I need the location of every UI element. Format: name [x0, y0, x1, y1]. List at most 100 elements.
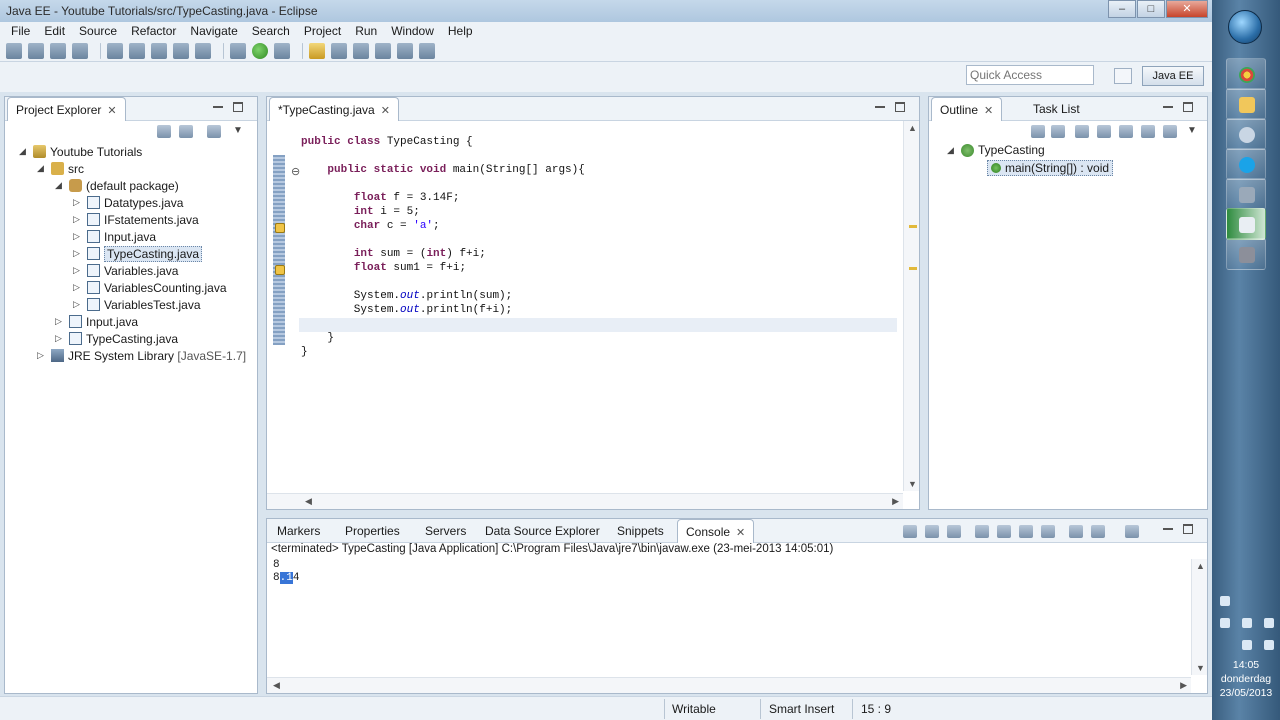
- new-server-icon[interactable]: [107, 42, 123, 59]
- hide-fields-icon[interactable]: [1075, 125, 1089, 138]
- taskbar-explorer[interactable]: [1226, 88, 1266, 120]
- taskbar-settings[interactable]: [1226, 118, 1266, 150]
- taskbar-eclipse[interactable]: [1226, 238, 1266, 270]
- tab-servers[interactable]: Servers: [417, 519, 474, 543]
- new-web-project-icon[interactable]: [129, 42, 145, 59]
- tab-project-explorer[interactable]: Project Explorer ✕: [7, 97, 126, 121]
- show-on-error-icon[interactable]: [1041, 525, 1055, 538]
- view-filter-icon[interactable]: [207, 125, 221, 138]
- collapsed-icon[interactable]: ▷: [37, 350, 47, 361]
- save-all-icon[interactable]: [50, 42, 66, 59]
- collapse-all-icon[interactable]: [157, 125, 171, 138]
- sort-icon[interactable]: [1051, 125, 1065, 138]
- taskbar-skype[interactable]: [1226, 148, 1266, 180]
- minimize-view-icon[interactable]: [1163, 524, 1173, 530]
- close-tab-icon[interactable]: ✕: [736, 526, 745, 539]
- scroll-left-icon[interactable]: ◀: [273, 680, 280, 691]
- tree-item-file[interactable]: ▷ Input.java: [73, 228, 156, 245]
- close-tab-icon[interactable]: ✕: [984, 104, 993, 117]
- minimize-button[interactable]: –: [1108, 0, 1136, 18]
- perspective-javaee-button[interactable]: Java EE: [1142, 66, 1204, 86]
- remove-all-icon[interactable]: [947, 525, 961, 538]
- new-package-icon[interactable]: [173, 42, 189, 59]
- tab-task-list[interactable]: Task List: [1025, 97, 1088, 121]
- taskbar-app[interactable]: [1226, 178, 1266, 210]
- menu-window[interactable]: Window: [384, 22, 441, 40]
- tree-item-default-package[interactable]: ◢ (default package): [55, 177, 179, 194]
- collapsed-icon[interactable]: ▷: [73, 282, 83, 293]
- menu-help[interactable]: Help: [441, 22, 480, 40]
- tray-arrow-icon[interactable]: [1220, 596, 1230, 606]
- maximize-view-icon[interactable]: [1183, 102, 1193, 112]
- menu-refactor[interactable]: Refactor: [124, 22, 183, 40]
- annotation-next-icon[interactable]: [353, 42, 369, 59]
- tray-app-icon[interactable]: [1264, 640, 1274, 650]
- outline-class[interactable]: ◢ TypeCasting: [947, 143, 1045, 157]
- new-class-icon[interactable]: [151, 42, 167, 59]
- tree-item-file[interactable]: ▷ IFstatements.java: [73, 211, 199, 228]
- editor-horizontal-scrollbar[interactable]: ◀ ▶: [267, 493, 903, 509]
- new-icon[interactable]: [6, 42, 22, 59]
- print-icon[interactable]: [72, 42, 88, 59]
- remove-launch-icon[interactable]: [925, 525, 939, 538]
- collapsed-icon[interactable]: ▷: [73, 214, 83, 225]
- scroll-right-icon[interactable]: ▶: [1180, 680, 1187, 691]
- run-icon[interactable]: [252, 42, 268, 59]
- scroll-up-icon[interactable]: ▲: [908, 123, 917, 133]
- tab-outline[interactable]: Outline ✕: [931, 97, 1003, 121]
- tab-snippets[interactable]: Snippets: [609, 519, 672, 543]
- maximize-button[interactable]: □: [1137, 0, 1165, 18]
- link-with-editor-icon[interactable]: [179, 125, 193, 138]
- collapsed-icon[interactable]: ▷: [55, 316, 65, 327]
- forward-icon[interactable]: [419, 42, 435, 59]
- minimize-view-icon[interactable]: [213, 102, 223, 108]
- tab-data-source-explorer[interactable]: Data Source Explorer: [477, 519, 608, 543]
- tray-flag-icon[interactable]: [1242, 618, 1252, 628]
- scroll-right-icon[interactable]: ▶: [892, 496, 899, 507]
- menu-run[interactable]: Run: [348, 22, 384, 40]
- collapsed-icon[interactable]: ▷: [73, 197, 83, 208]
- fold-icon[interactable]: ⊖: [291, 165, 300, 178]
- toggle-mark-icon[interactable]: [331, 42, 347, 59]
- expanded-icon[interactable]: ◢: [19, 146, 29, 157]
- tab-console[interactable]: Console ✕: [677, 519, 755, 543]
- debug-icon[interactable]: [230, 42, 246, 59]
- tree-item-project[interactable]: ◢ Youtube Tutorials: [19, 143, 142, 160]
- collapse-all-icon[interactable]: [1031, 125, 1045, 138]
- scroll-up-icon[interactable]: ▲: [1196, 561, 1205, 571]
- taskbar-recorder[interactable]: [1226, 208, 1266, 240]
- annotation-prev-icon[interactable]: [375, 42, 391, 59]
- clock-date[interactable]: 23/05/2013: [1212, 687, 1280, 700]
- collapsed-icon[interactable]: ▷: [73, 299, 83, 310]
- tree-item-file[interactable]: ▷ Variables.java: [73, 262, 178, 279]
- menu-navigate[interactable]: Navigate: [183, 22, 244, 40]
- warning-icon[interactable]: [275, 265, 285, 275]
- search-icon[interactable]: [309, 42, 325, 59]
- open-type-icon[interactable]: [195, 42, 211, 59]
- console-vertical-scrollbar[interactable]: ▲ ▼: [1191, 559, 1207, 675]
- expanded-icon[interactable]: ◢: [947, 145, 957, 156]
- maximize-editor-icon[interactable]: [895, 102, 905, 112]
- pin-console-icon[interactable]: [1069, 525, 1083, 538]
- menu-search[interactable]: Search: [245, 22, 297, 40]
- hide-static-icon[interactable]: [1097, 125, 1111, 138]
- display-console-icon[interactable]: [1091, 525, 1105, 538]
- close-tab-icon[interactable]: ✕: [381, 104, 390, 117]
- scroll-lock-icon[interactable]: [997, 525, 1011, 538]
- clear-console-icon[interactable]: [975, 525, 989, 538]
- hide-local-types-icon[interactable]: [1141, 125, 1155, 138]
- tab-properties[interactable]: Properties: [337, 519, 408, 543]
- clock-time[interactable]: 14:05: [1212, 659, 1280, 672]
- back-icon[interactable]: [397, 42, 413, 59]
- collapsed-icon[interactable]: ▷: [55, 333, 65, 344]
- maximize-view-icon[interactable]: [1183, 524, 1193, 534]
- menu-edit[interactable]: Edit: [37, 22, 72, 40]
- scroll-down-icon[interactable]: ▼: [1196, 663, 1205, 673]
- link-icon[interactable]: [1163, 125, 1177, 138]
- tab-markers[interactable]: Markers: [269, 519, 328, 543]
- menu-source[interactable]: Source: [72, 22, 124, 40]
- minimize-view-icon[interactable]: [1163, 102, 1173, 108]
- collapsed-icon[interactable]: ▷: [73, 265, 83, 276]
- collapsed-icon[interactable]: ▷: [73, 248, 83, 259]
- tray-network-icon[interactable]: [1220, 618, 1230, 628]
